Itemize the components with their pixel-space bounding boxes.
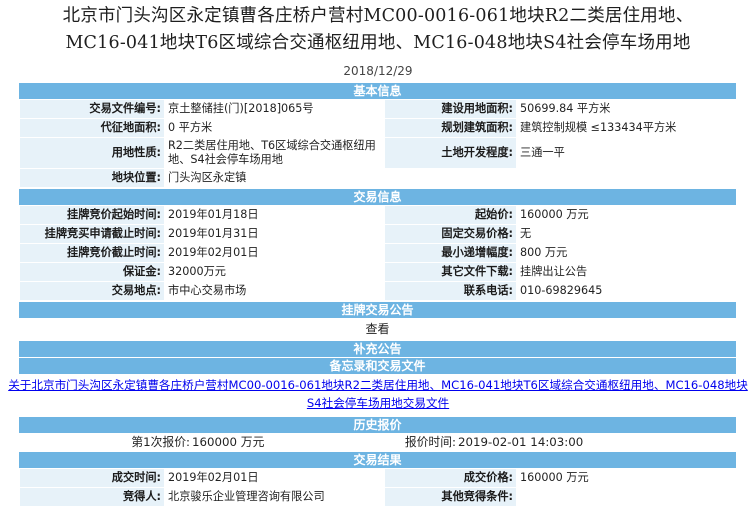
other-conditions-label: 其他竞得条件: — [384, 487, 517, 507]
section-header-result: 交易结果 — [19, 451, 736, 468]
phone-value: 010-69829645 — [516, 281, 737, 301]
fixed-price-value: 无 — [516, 224, 737, 244]
expropriation-area-value: 0 平方米 — [164, 118, 385, 138]
deposit-label: 保证金: — [19, 262, 165, 282]
other-docs-label: 其它文件下载: — [384, 262, 517, 282]
result-table: 成交时间: 2019年02月01日 成交价格: 160000 万元 竞得人: 北… — [19, 468, 737, 507]
bid-time-label: 报价时间: — [404, 435, 456, 449]
end-time-value: 2019年02月01日 — [164, 243, 385, 263]
title-line-2: MC16-041地块T6区域综合交通枢纽用地、MC16-048地块S4社会停车场… — [65, 33, 691, 53]
land-usage-value: R2二类居住用地、T6区域综合交通枢纽用地、S4社会停车场用地 — [164, 137, 385, 169]
other-docs-value: 挂牌出让公告 — [516, 262, 737, 282]
other-conditions-value — [516, 487, 737, 507]
winner-label: 竞得人: — [19, 487, 165, 507]
start-time-label: 挂牌竞价起始时间: — [19, 205, 165, 225]
dev-level-value: 三通一平 — [516, 137, 737, 169]
fixed-price-label: 固定交易价格: — [384, 224, 517, 244]
dev-level-label: 土地开发程度: — [384, 137, 517, 169]
land-usage-label: 用地性质: — [19, 137, 165, 169]
phone-label: 联系电话: — [384, 281, 517, 301]
apply-deadline-label: 挂牌竞买申请截止时间: — [19, 224, 165, 244]
history-bid-row: 第1次报价: 160000 万元 报价时间: 2019-02-01 14:03:… — [19, 433, 736, 451]
start-time-value: 2019年01月18日 — [164, 205, 385, 225]
page-title: 北京市门头沟区永定镇曹各庄桥户营村MC00-0016-061地块R2二类居住用地… — [0, 0, 756, 60]
supplement-link-block: 关于北京市门头沟区永定镇曹各庄桥户营村MC00-0016-061地块R2二类居住… — [8, 374, 748, 416]
min-increment-value: 800 万元 — [516, 243, 737, 263]
trade-place-value: 市中心交易市场 — [164, 281, 385, 301]
doc-number-label: 交易文件编号: — [19, 99, 165, 119]
build-area-value: 50699.84 平方米 — [516, 99, 737, 119]
start-price-label: 起始价: — [384, 205, 517, 225]
section-header-trade: 交易信息 — [19, 188, 736, 205]
location-label: 地块位置: — [19, 168, 165, 188]
trade-document-link[interactable]: 关于北京市门头沟区永定镇曹各庄桥户营村MC00-0016-061地块R2二类居住… — [8, 378, 748, 410]
title-line-1: 北京市门头沟区永定镇曹各庄桥户营村MC00-0016-061地块R2二类居住用地… — [62, 6, 694, 26]
deal-price-value: 160000 万元 — [516, 468, 737, 488]
doc-number-value: 京土整储挂(门)[2018]065号 — [164, 99, 385, 119]
planned-area-label: 规划建筑面积: — [384, 118, 517, 138]
section-header-basic: 基本信息 — [19, 82, 736, 99]
section-header-history: 历史报价 — [19, 416, 736, 433]
deal-time-value: 2019年02月01日 — [164, 468, 385, 488]
winner-value: 北京骏乐企业管理咨询有限公司 — [164, 487, 385, 507]
section-header-supplement: 补充公告 — [19, 340, 736, 357]
bid-label: 第1次报价: — [131, 435, 190, 449]
min-increment-label: 最小递增幅度: — [384, 243, 517, 263]
apply-deadline-value: 2019年01月31日 — [164, 224, 385, 244]
trade-info-table: 挂牌竞价起始时间: 2019年01月18日 起始价: 160000 万元 挂牌竞… — [19, 205, 737, 301]
location-value: 门头沟区永定镇 — [164, 168, 385, 188]
notice-view-link[interactable]: 查看 — [19, 318, 736, 340]
trade-place-label: 交易地点: — [19, 281, 165, 301]
basic-info-table: 交易文件编号: 京土整储挂(门)[2018]065号 建设用地面积: 50699… — [19, 99, 737, 188]
start-price-value: 160000 万元 — [516, 205, 737, 225]
build-area-label: 建设用地面积: — [384, 99, 517, 119]
expropriation-area-label: 代征地面积: — [19, 118, 165, 138]
bid-value: 160000 万元 — [192, 435, 265, 449]
deal-price-label: 成交价格: — [384, 468, 517, 488]
publish-date: 2018/12/29 — [343, 64, 413, 78]
bid-time-value: 2019-02-01 14:03:00 — [458, 435, 584, 449]
section-header-notice: 挂牌交易公告 — [19, 301, 736, 318]
end-time-label: 挂牌竞价截止时间: — [19, 243, 165, 263]
planned-area-value: 建筑控制规模 ≤133434平方米 — [516, 118, 737, 138]
deposit-value: 32000万元 — [164, 262, 385, 282]
deal-time-label: 成交时间: — [19, 468, 165, 488]
section-subheader-memo: 备忘录和交易文件 — [19, 357, 736, 374]
